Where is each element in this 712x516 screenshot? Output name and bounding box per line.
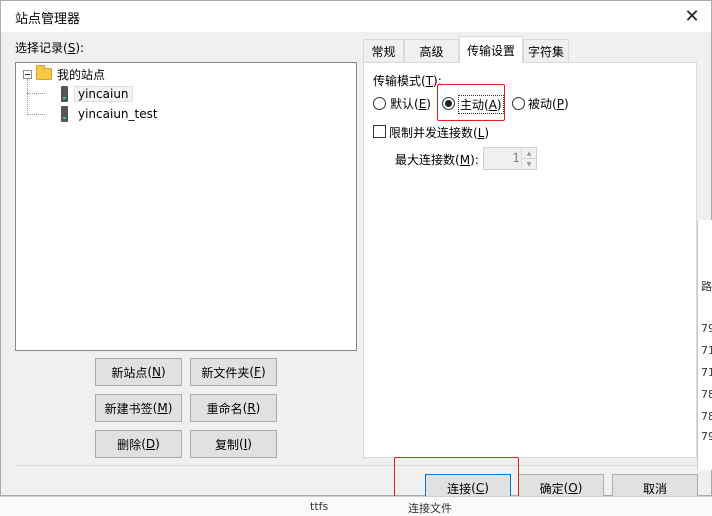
close-button[interactable]: ✕	[673, 1, 711, 32]
tree-item-site[interactable]: yincaiun_test	[61, 105, 158, 123]
spinner-buttons: ▲ ▼	[521, 148, 536, 169]
tree-connector	[27, 79, 28, 115]
tree-root-label: 我的站点	[57, 67, 106, 82]
window-title: 站点管理器	[15, 12, 81, 27]
bg-text-fragment: 79	[701, 322, 712, 335]
tree-connector	[27, 114, 45, 115]
bg-text-fragment: ttfs	[310, 500, 329, 513]
bg-text-fragment: 71	[701, 366, 712, 379]
limit-connections-label[interactable]: 限制并发连接数(L)	[389, 124, 489, 141]
tab-advanced[interactable]: 高级	[404, 39, 459, 62]
radio-default[interactable]	[373, 97, 386, 110]
tree-item-label: yincaiun_test	[78, 107, 158, 121]
transfer-mode-label: 传输模式(T):	[373, 74, 442, 88]
radio-passive[interactable]	[512, 97, 525, 110]
bg-text-fragment: 路	[701, 280, 712, 293]
bg-text-fragment: 78	[701, 410, 712, 423]
transfer-settings-panel: 传输模式(T): 默认(E) 主动(A) 被动(P) 限制并发连接数(L) 最大…	[363, 62, 697, 458]
tab-general[interactable]: 常规	[363, 39, 404, 62]
radio-active-label[interactable]: 主动(A)	[458, 95, 504, 114]
spin-down-icon[interactable]: ▼	[522, 158, 536, 169]
new-folder-button[interactable]: 新文件夹(F)	[190, 358, 277, 386]
new-site-button[interactable]: 新站点(N)	[95, 358, 182, 386]
background-window-bottom: ttfs 连接文件	[0, 496, 712, 516]
tree-root-row[interactable]: 我的站点	[23, 65, 105, 83]
copy-button[interactable]: 复制(I)	[190, 430, 277, 458]
folder-icon	[36, 65, 52, 80]
spin-up-icon[interactable]: ▲	[522, 148, 536, 158]
max-connections-label: 最大连接数(M):	[395, 153, 479, 167]
select-entry-label: 选择记录(S):	[15, 41, 85, 55]
site-tree[interactable]: 我的站点 yincaiun yincaiun_test	[15, 62, 357, 351]
tree-connector	[27, 93, 45, 94]
tab-transfer-settings[interactable]: 传输设置	[459, 36, 523, 63]
tree-item-site[interactable]: yincaiun	[61, 85, 133, 103]
rename-button[interactable]: 重命名(R)	[190, 394, 277, 422]
collapse-icon[interactable]	[23, 69, 32, 79]
server-icon	[61, 86, 68, 102]
new-bookmark-button[interactable]: 新建书签(M)	[95, 394, 182, 422]
background-window-right-edge: 路 79 71 71 78 78 79	[697, 220, 712, 470]
radio-default-label[interactable]: 默认(E)	[390, 95, 431, 112]
tab-charset[interactable]: 字符集	[523, 39, 569, 62]
radio-active[interactable]	[442, 97, 455, 110]
server-icon	[61, 106, 68, 122]
site-manager-dialog: 站点管理器 ✕ 选择记录(S): 我的站点 yincaiun yincaiun_…	[0, 0, 712, 515]
max-connections-spinner[interactable]: 1 ▲ ▼	[483, 147, 537, 170]
close-icon: ✕	[684, 6, 700, 27]
bg-text-fragment: 71	[701, 344, 712, 357]
bg-text-fragment: 79	[701, 430, 712, 443]
title-bar[interactable]: 站点管理器 ✕	[1, 1, 711, 32]
bg-text-fragment: 78	[701, 388, 712, 401]
max-connections-value: 1	[512, 151, 520, 165]
radio-passive-label[interactable]: 被动(P)	[528, 95, 569, 112]
delete-button[interactable]: 删除(D)	[95, 430, 182, 458]
footer-separator	[15, 465, 697, 466]
tree-item-label: yincaiun	[74, 86, 133, 102]
bg-text-fragment: 连接文件	[408, 502, 452, 515]
limit-connections-checkbox[interactable]	[373, 125, 386, 138]
